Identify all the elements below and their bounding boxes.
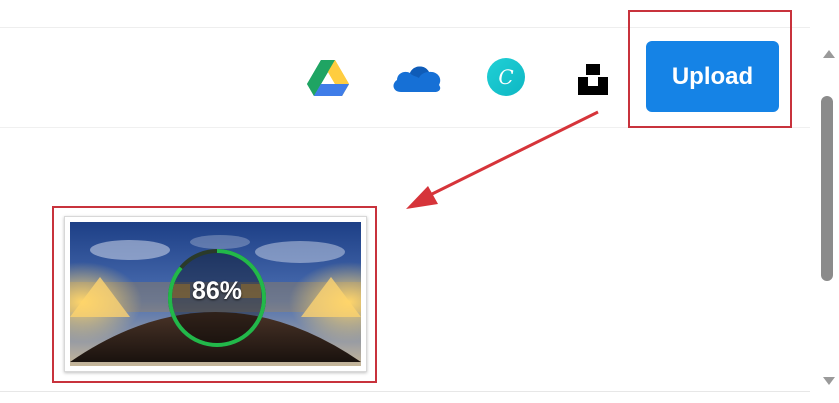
bottom-divider [0,391,810,392]
unsplash-button[interactable] [576,62,610,96]
vertical-scrollbar[interactable] [812,28,839,403]
upload-button[interactable]: Upload [646,41,779,112]
unsplash-icon [578,64,608,95]
onedrive-button[interactable] [391,58,443,96]
onedrive-icon [393,66,441,92]
canva-button[interactable]: C [486,57,526,97]
canva-letter: C [498,65,513,89]
scroll-thumb[interactable] [821,96,833,281]
canva-icon: C [487,58,525,96]
scroll-down-arrow-icon[interactable] [823,377,835,385]
upload-progress-label: 86% [191,277,243,305]
google-drive-icon [307,60,349,96]
google-drive-button[interactable] [305,58,351,98]
scroll-up-arrow-icon[interactable] [823,50,835,58]
panorama-image: 86% [70,222,361,366]
image-thumbnail[interactable]: 86% [64,216,367,372]
